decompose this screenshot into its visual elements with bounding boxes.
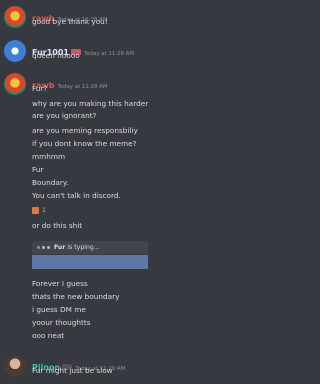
message-header: rawb Today at 11:28 AM: [32, 73, 108, 90]
message-text: or do this shit: [32, 221, 83, 230]
message-text: Boundary.: [32, 178, 69, 187]
message-text: good bye thank you!: [32, 17, 108, 26]
avatar[interactable]: [4, 40, 26, 62]
message-text: why are you making this harder: [32, 99, 149, 108]
typing-dots-icon: [37, 246, 50, 249]
timestamp: Today at 11:28 AM: [83, 51, 135, 57]
selection-highlight: [32, 255, 148, 269]
message-header: Fur1001 Today at 11:28 AM: [32, 40, 134, 57]
message-text: Fur might just be slow: [32, 366, 113, 375]
message-text: yoour thoughtts: [32, 318, 91, 327]
typing-user: Fur: [54, 244, 66, 251]
avatar[interactable]: [4, 73, 26, 95]
typing-text: Fur is typing...: [54, 244, 100, 251]
typing-suffix: is typing...: [65, 244, 100, 251]
message-text: ooo neat: [32, 331, 65, 340]
message-text: You can't talk in discord.: [32, 191, 121, 200]
message-text: thats the new boundary: [32, 292, 120, 301]
message-text: Fur?: [32, 84, 48, 93]
message-text: Forever I guess: [32, 279, 88, 288]
message-text: if you dont know the meme?: [32, 139, 137, 148]
avatar[interactable]: [4, 6, 26, 28]
message-text: mmhmm: [32, 152, 66, 161]
timestamp: Today at 11:28 AM: [57, 84, 108, 90]
message-text: queen noooo: [32, 51, 80, 60]
message-text: i guess DM me: [32, 305, 86, 314]
emoji-reaction-icon: [32, 206, 39, 214]
typing-indicator: Fur is typing...: [32, 241, 148, 254]
message-header: rawb Today at 11:28 AM: [32, 6, 108, 23]
message-header: Pjinon Today at 11:29 AM: [32, 355, 125, 372]
message-text: Fur: [32, 165, 44, 174]
message-text: are you ignorant?: [32, 111, 97, 120]
avatar[interactable]: [4, 355, 26, 377]
reaction[interactable]: 1: [32, 205, 54, 215]
reaction-count: 1: [42, 206, 46, 214]
message-text: are you meming responsbiliy: [32, 126, 138, 135]
